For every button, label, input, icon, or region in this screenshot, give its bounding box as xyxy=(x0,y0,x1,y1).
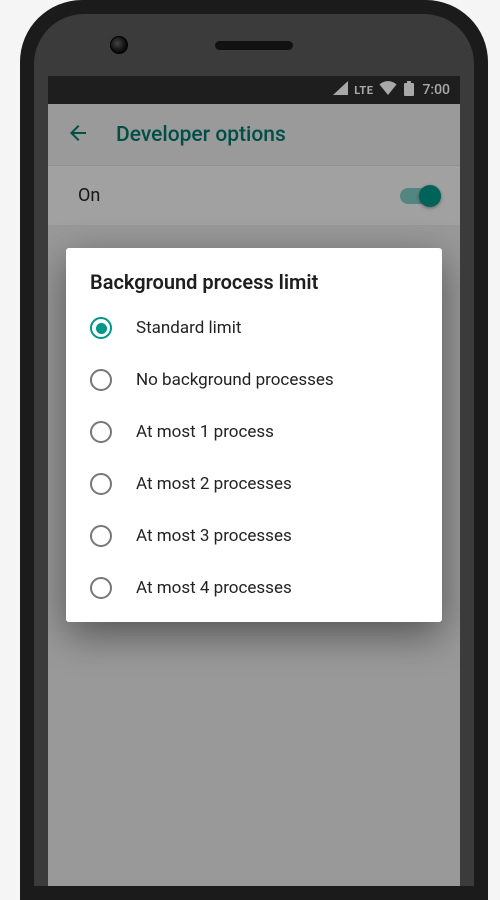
phone-frame: LTE 7:00 Developer options On xyxy=(20,0,488,900)
radio-option[interactable]: At most 2 processes xyxy=(66,458,442,510)
radio-unselected-icon[interactable] xyxy=(90,473,112,495)
process-limit-dialog: Background process limit Standard limit N… xyxy=(66,248,442,622)
radio-unselected-icon[interactable] xyxy=(90,525,112,547)
clock-text: 7:00 xyxy=(422,82,450,98)
radio-unselected-icon[interactable] xyxy=(90,421,112,443)
radio-option-label: At most 1 process xyxy=(136,422,274,442)
radio-option[interactable]: No background processes xyxy=(66,354,442,406)
wifi-icon xyxy=(379,81,397,99)
page-title: Developer options xyxy=(116,123,286,147)
screen: LTE 7:00 Developer options On xyxy=(48,76,460,886)
back-arrow-icon[interactable] xyxy=(66,121,90,149)
radio-option[interactable]: At most 3 processes xyxy=(66,510,442,562)
radio-selected-icon[interactable] xyxy=(90,317,112,339)
radio-option-label: Standard limit xyxy=(136,318,241,338)
master-toggle-switch[interactable] xyxy=(400,188,438,204)
radio-unselected-icon[interactable] xyxy=(90,577,112,599)
phone-camera xyxy=(110,36,128,54)
radio-option-label: At most 4 processes xyxy=(136,578,292,598)
radio-option-label: No background processes xyxy=(136,370,334,390)
radio-unselected-icon[interactable] xyxy=(90,369,112,391)
radio-option[interactable]: At most 1 process xyxy=(66,406,442,458)
radio-option[interactable]: Standard limit xyxy=(66,302,442,354)
master-toggle-row[interactable]: On xyxy=(48,166,460,226)
network-type-label: LTE xyxy=(354,84,373,97)
radio-option-label: At most 2 processes xyxy=(136,474,292,494)
master-toggle-label: On xyxy=(78,185,100,206)
radio-option-label: At most 3 processes xyxy=(136,526,292,546)
cell-signal-icon xyxy=(333,81,348,99)
radio-option[interactable]: At most 4 processes xyxy=(66,562,442,614)
dialog-title: Background process limit xyxy=(66,270,442,302)
battery-icon xyxy=(404,81,414,100)
phone-inner: LTE 7:00 Developer options On xyxy=(34,14,474,886)
status-bar: LTE 7:00 xyxy=(48,76,460,104)
app-bar: Developer options xyxy=(48,104,460,166)
phone-speaker xyxy=(215,41,293,50)
